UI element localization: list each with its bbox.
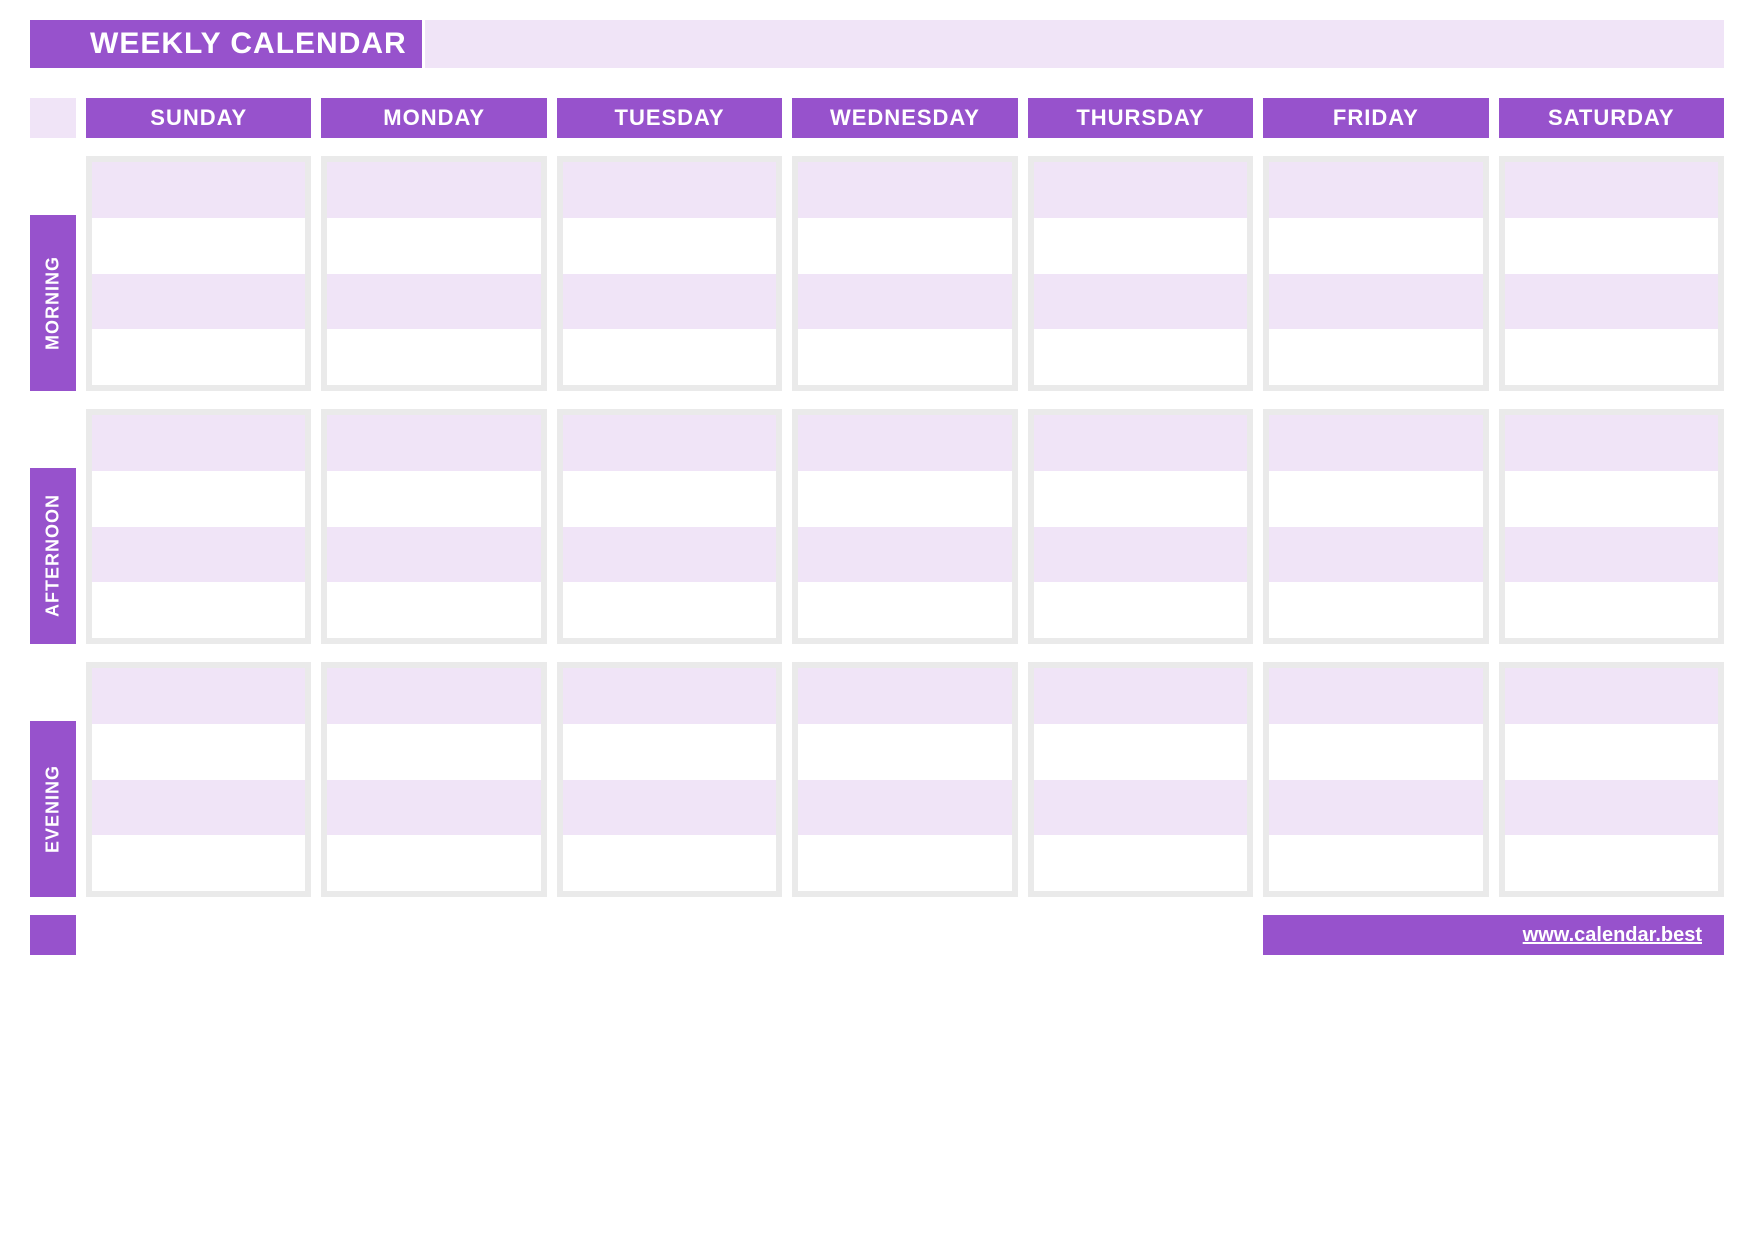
period-spacer [30, 156, 76, 211]
footer-gap [86, 915, 311, 955]
period-label-morning: MORNING [30, 215, 76, 391]
evening-label-wrap: EVENING [30, 662, 76, 897]
cell-morning-friday [1263, 156, 1488, 391]
day-header-tuesday: TUESDAY [557, 98, 782, 138]
cell-evening-saturday [1499, 662, 1724, 897]
footer-gap [792, 915, 1017, 955]
page-title: WEEKLY CALENDAR [30, 20, 422, 68]
cell-morning-sunday [86, 156, 311, 391]
period-spacer [30, 662, 76, 717]
morning-section: MORNING [30, 156, 1724, 391]
period-label-afternoon: AFTERNOON [30, 468, 76, 644]
cell-evening-monday [321, 662, 546, 897]
cell-evening-sunday [86, 662, 311, 897]
title-spacer [425, 20, 1724, 68]
cell-afternoon-saturday [1499, 409, 1724, 644]
footer-link-box: www.calendar.best [1263, 915, 1724, 955]
day-header-wednesday: WEDNESDAY [792, 98, 1017, 138]
cell-morning-monday [321, 156, 546, 391]
cell-afternoon-wednesday [792, 409, 1017, 644]
footer-link[interactable]: www.calendar.best [1523, 924, 1702, 947]
cell-afternoon-monday [321, 409, 546, 644]
afternoon-section: AFTERNOON [30, 409, 1724, 644]
cell-evening-friday [1263, 662, 1488, 897]
cell-morning-tuesday [557, 156, 782, 391]
footer-row: www.calendar.best [30, 915, 1724, 955]
day-header-row: SUNDAY MONDAY TUESDAY WEDNESDAY THURSDAY… [30, 98, 1724, 138]
footer-gap [1028, 915, 1253, 955]
afternoon-label-wrap: AFTERNOON [30, 409, 76, 644]
period-spacer [30, 409, 76, 464]
cell-afternoon-friday [1263, 409, 1488, 644]
cell-morning-wednesday [792, 156, 1017, 391]
evening-section: EVENING [30, 662, 1724, 897]
cell-afternoon-tuesday [557, 409, 782, 644]
period-label-evening: EVENING [30, 721, 76, 897]
morning-label-wrap: MORNING [30, 156, 76, 391]
cell-afternoon-sunday [86, 409, 311, 644]
day-header-sunday: SUNDAY [86, 98, 311, 138]
footer-gap [557, 915, 782, 955]
header-row: WEEKLY CALENDAR [30, 20, 1724, 68]
header-corner [30, 98, 76, 138]
cell-morning-saturday [1499, 156, 1724, 391]
day-header-monday: MONDAY [321, 98, 546, 138]
cell-afternoon-thursday [1028, 409, 1253, 644]
cell-evening-wednesday [792, 662, 1017, 897]
cell-evening-tuesday [557, 662, 782, 897]
cell-morning-thursday [1028, 156, 1253, 391]
cell-evening-thursday [1028, 662, 1253, 897]
day-header-thursday: THURSDAY [1028, 98, 1253, 138]
footer-square [30, 915, 76, 955]
day-header-friday: FRIDAY [1263, 98, 1488, 138]
footer-gap [321, 915, 546, 955]
day-header-saturday: SATURDAY [1499, 98, 1724, 138]
